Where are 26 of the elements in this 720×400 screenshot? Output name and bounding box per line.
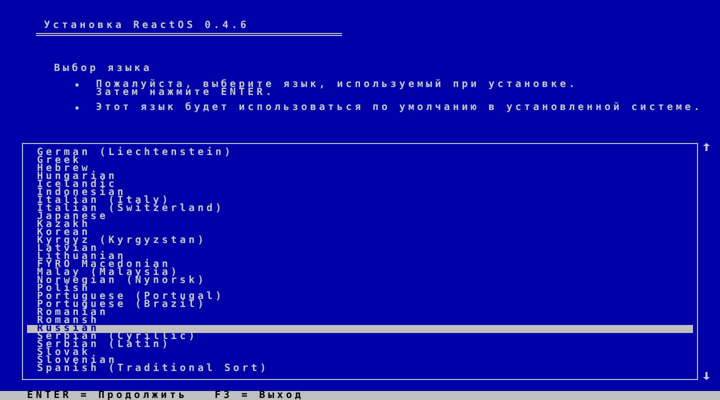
scroll-down-arrow-icon[interactable] — [703, 372, 710, 380]
language-item[interactable]: Italian (Switzerland) — [27, 205, 693, 213]
key-hint: ENTER = Продолжить — [27, 392, 188, 400]
instruction-text: Пожалуйста, выберите язык, используемый при установке. Затем нажмите ENTER. — [96, 81, 578, 97]
language-item[interactable]: Portuguese (Portugal) — [27, 293, 693, 301]
language-item[interactable]: Greek — [27, 157, 693, 165]
scroll-up-arrow-icon[interactable] — [703, 143, 710, 151]
language-item[interactable]: Norwegian (Nynorsk) — [27, 277, 693, 285]
language-item[interactable]: Romansh — [27, 317, 693, 325]
language-item[interactable]: Icelandic — [27, 181, 693, 189]
language-item[interactable]: Spanish (Traditional Sort) — [27, 365, 693, 373]
language-item[interactable]: Romanian — [27, 309, 693, 317]
language-item[interactable]: Kazakh — [27, 221, 693, 229]
setup-title: Установка ReactOS 0.4.6 — [44, 20, 250, 31]
bullet-icon — [75, 83, 79, 87]
bullet-icon — [75, 106, 79, 110]
language-item[interactable]: Serbian (Cyrillic) — [27, 333, 693, 341]
language-item[interactable]: German (Liechtenstein) — [27, 149, 693, 157]
language-item[interactable]: Serbian (Latin) — [27, 341, 693, 349]
language-item[interactable]: Japanese — [27, 213, 693, 221]
language-item[interactable]: Kyrgyz (Kyrgyzstan) — [27, 237, 693, 245]
instruction-text: Этот язык будет использоваться по умолчанию в установленной системе. — [96, 104, 703, 112]
key-hint: F3 = Выход — [214, 392, 304, 400]
language-item[interactable]: Portuguese (Brazil) — [27, 301, 693, 309]
section-title: Выбор языка — [54, 63, 152, 74]
language-item[interactable]: Hungarian — [27, 173, 693, 181]
